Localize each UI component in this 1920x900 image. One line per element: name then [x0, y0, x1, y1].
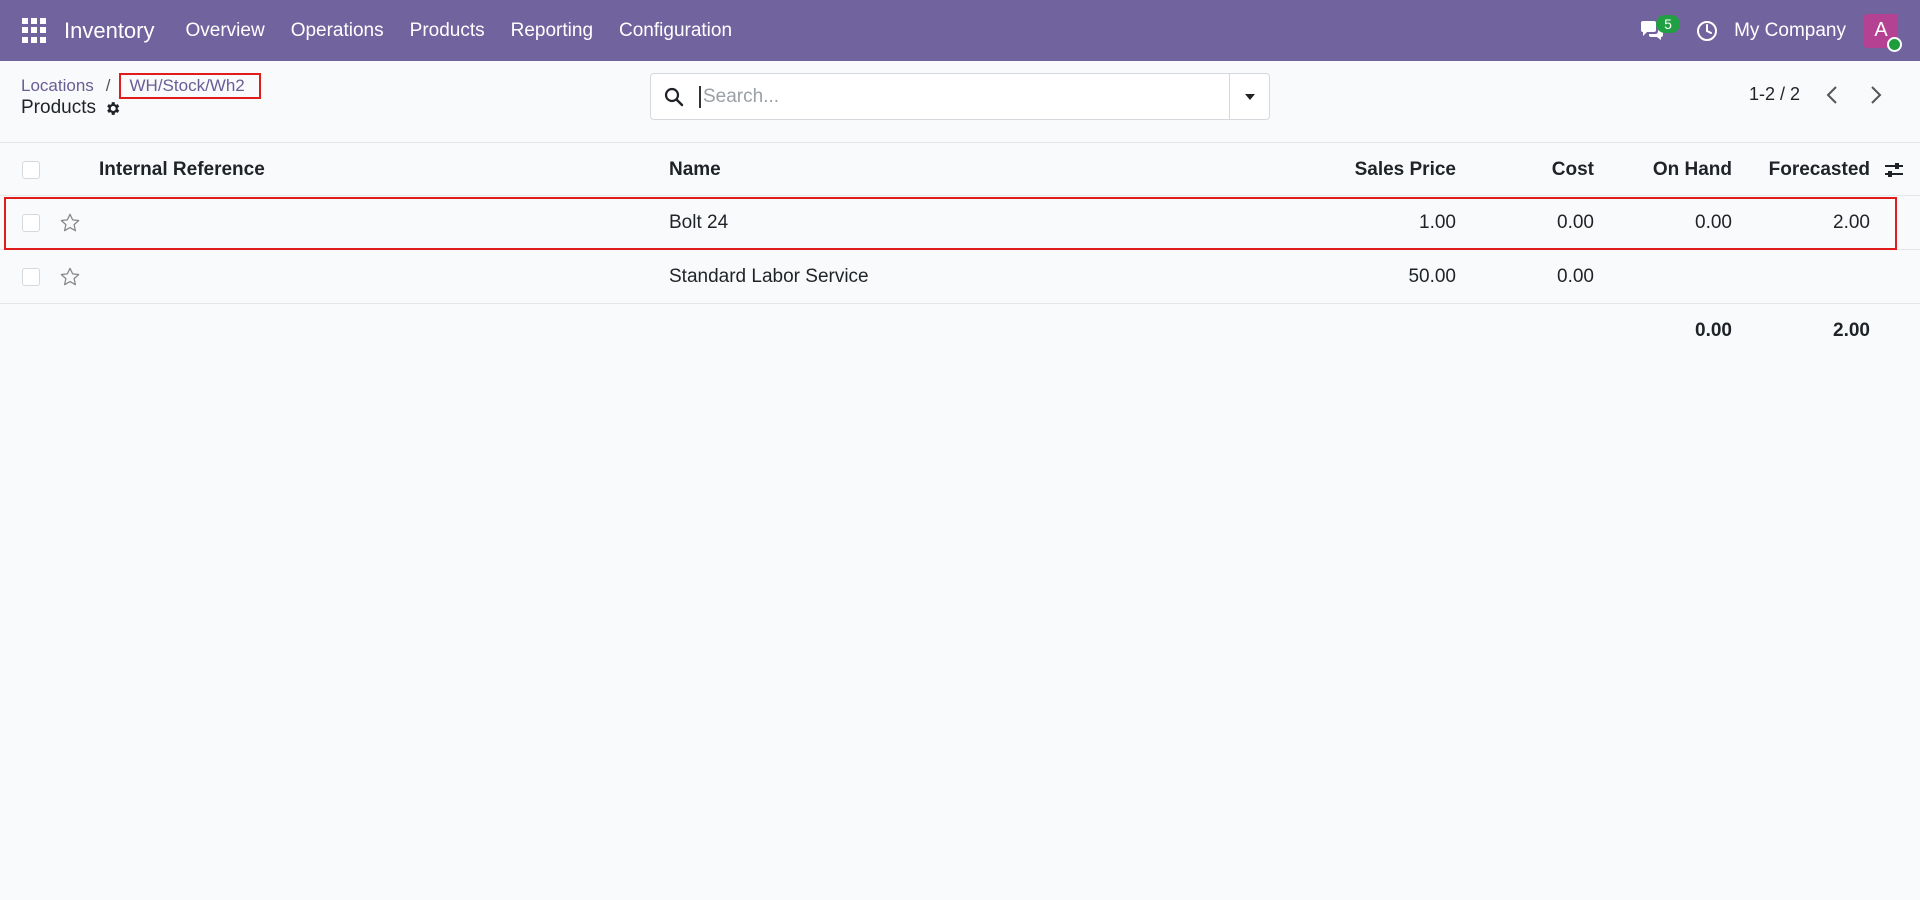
company-switcher[interactable]: My Company [1734, 20, 1846, 42]
apps-grid-icon[interactable] [22, 17, 48, 44]
cell-cost: 0.00 [1557, 266, 1594, 287]
cell-on-hand [1600, 250, 1732, 304]
clock-icon [1697, 20, 1718, 41]
cell-name: Standard Labor Service [669, 266, 869, 287]
column-internal-reference[interactable]: Internal Reference [99, 143, 265, 197]
table-row[interactable]: Standard Labor Service 50.00 0.00 [0, 250, 1920, 304]
chevron-left-icon [1826, 86, 1837, 104]
row-select-cell [22, 196, 40, 250]
cell-sales-price: 1.00 [1419, 212, 1456, 233]
caret-down-icon [1244, 93, 1255, 100]
total-on-hand: 0.00 [1695, 320, 1732, 341]
row-select-cell [22, 250, 40, 304]
select-all-checkbox[interactable] [22, 161, 40, 179]
search-icon[interactable] [651, 74, 697, 119]
cell-sales-price: 50.00 [1408, 266, 1456, 287]
cell-cost: 0.00 [1557, 212, 1594, 233]
app-title[interactable]: Inventory [64, 18, 155, 44]
cell-name: Bolt 24 [669, 212, 729, 233]
optional-columns-toggle[interactable] [1884, 143, 1904, 197]
table-header: Internal Reference Name Sales Price Cost… [0, 142, 1920, 196]
menu-configuration[interactable]: Configuration [606, 20, 745, 42]
cell-on-hand: 0.00 [1695, 212, 1732, 233]
activities-button[interactable] [1692, 16, 1722, 46]
search-bar [650, 73, 1270, 120]
row-checkbox[interactable] [22, 268, 40, 286]
favorite-toggle[interactable] [59, 196, 81, 250]
breadcrumb: Locations / WH/Stock/Wh2 [21, 73, 261, 99]
chevron-right-icon [1871, 86, 1882, 104]
menu-reporting[interactable]: Reporting [498, 20, 606, 42]
menu-operations[interactable]: Operations [278, 20, 397, 42]
table-row[interactable]: Bolt 24 1.00 0.00 0.00 2.00 [0, 196, 1920, 250]
navbar-systray: 5 My Company A [1632, 0, 1920, 61]
table-totals-row: 0.00 2.00 [0, 304, 1920, 358]
sliders-icon [1885, 163, 1903, 177]
column-forecasted[interactable]: Forecasted [1740, 143, 1870, 197]
online-status-dot [1887, 36, 1902, 52]
search-options-toggle[interactable] [1229, 74, 1269, 119]
page-title: Products [21, 97, 96, 118]
total-forecasted: 2.00 [1833, 320, 1870, 341]
column-cost[interactable]: Cost [1460, 143, 1594, 197]
breadcrumb-separator: / [105, 76, 111, 95]
user-avatar[interactable]: A [1864, 13, 1902, 52]
breadcrumb-current-location[interactable]: WH/Stock/Wh2 [118, 73, 261, 99]
star-icon [59, 266, 81, 288]
pager-next[interactable] [1864, 82, 1888, 108]
cell-forecasted [1740, 250, 1870, 304]
row-checkbox[interactable] [22, 214, 40, 232]
column-name[interactable]: Name [669, 143, 721, 197]
main-menu: Overview Operations Products Reporting C… [173, 20, 746, 42]
menu-overview[interactable]: Overview [173, 20, 278, 42]
favorite-toggle[interactable] [59, 250, 81, 304]
page-title-row: Products [21, 97, 121, 119]
pager-previous[interactable] [1820, 82, 1844, 108]
messages-button[interactable]: 5 [1632, 11, 1681, 51]
select-all-cell [22, 143, 40, 197]
messages-count-badge: 5 [1656, 14, 1681, 33]
gear-icon[interactable] [104, 100, 121, 117]
top-navbar: Inventory Overview Operations Products R… [0, 0, 1920, 61]
avatar-initial: A [1874, 19, 1888, 41]
products-list: Internal Reference Name Sales Price Cost… [0, 142, 1920, 358]
breadcrumb-locations[interactable]: Locations [21, 76, 94, 96]
cell-forecasted: 2.00 [1833, 212, 1870, 233]
column-on-hand[interactable]: On Hand [1600, 143, 1732, 197]
pager-value[interactable]: 1-2 / 2 [1749, 84, 1800, 105]
search-input[interactable] [699, 85, 1229, 108]
column-sales-price[interactable]: Sales Price [1300, 143, 1456, 197]
menu-products[interactable]: Products [397, 20, 498, 42]
star-icon [59, 212, 81, 234]
